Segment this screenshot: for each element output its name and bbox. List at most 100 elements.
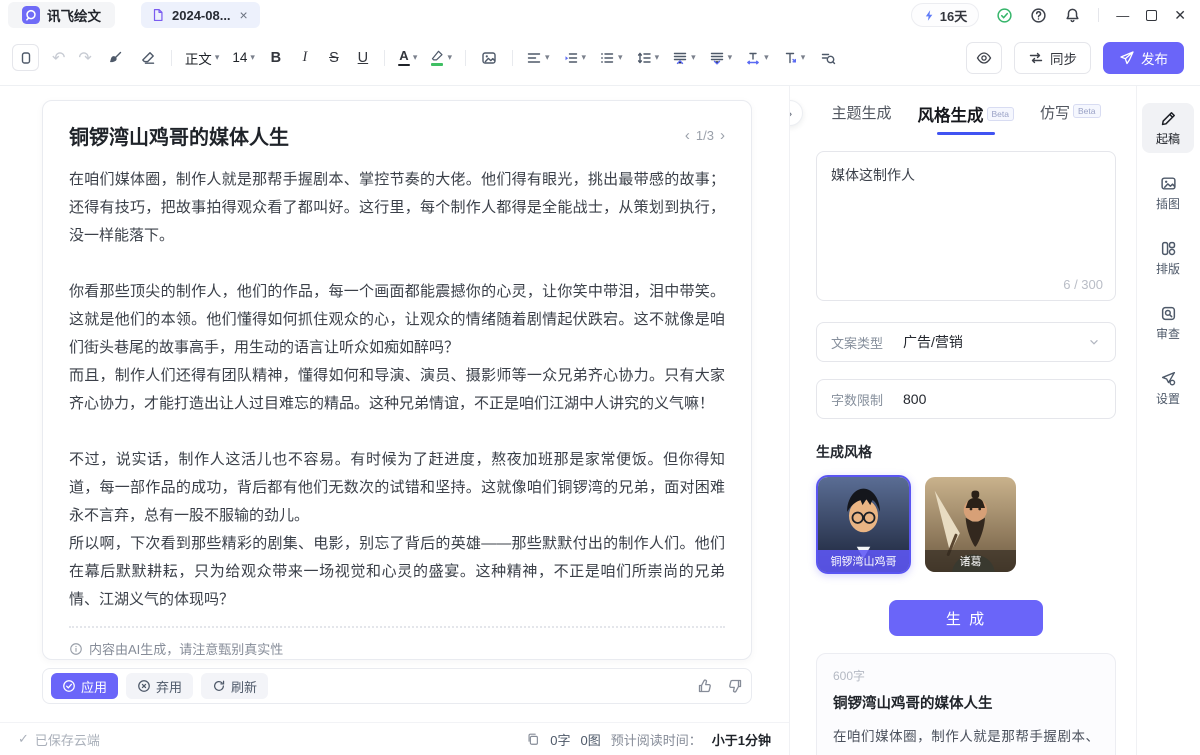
format-toolbar: ↶ ↷ 正文 ▾ 14 ▾ B I S U A ▾ — [0, 30, 1200, 86]
italic-button[interactable]: I — [297, 49, 313, 66]
window-minimize-button[interactable]: — — [1116, 8, 1129, 23]
app-logo[interactable]: 讯飞绘文 — [8, 2, 115, 28]
generated-result-card[interactable]: 600字 铜锣湾山鸡哥的媒体人生 在咱们媒体圈，制作人就是那帮手握剧本、掌控节奏… — [816, 653, 1116, 755]
paragraph-spacing-before-select[interactable]: ▾ — [672, 50, 696, 66]
paper-plane-icon — [1119, 50, 1135, 66]
align-left-icon — [526, 50, 542, 66]
style-card-zhuge[interactable]: 诸葛 — [923, 475, 1018, 574]
chevron-down-icon: ▾ — [413, 52, 418, 63]
trial-badge[interactable]: 16天 — [911, 3, 979, 27]
word-count: 0字 — [550, 730, 570, 749]
article-card: 铜锣湾山鸡哥的媒体人生 ‹ 1/3 › 在咱们媒体圈，制作人就是那帮手握剧本、掌… — [42, 100, 752, 660]
article-title[interactable]: 铜锣湾山鸡哥的媒体人生 — [69, 121, 289, 150]
saved-check-icon: ✓ — [18, 731, 29, 747]
beta-badge: Beta — [987, 107, 1015, 121]
list-select[interactable]: ▾ — [599, 50, 623, 66]
article-paragraph[interactable]: 在咱们媒体圈，制作人就是那帮手握剧本、掌控节奏的大佬。他们得有眼光，挑出最带感的… — [69, 166, 725, 250]
letter-spacing-select[interactable]: ▾ — [745, 50, 769, 66]
find-replace-icon[interactable] — [818, 48, 838, 68]
thumbs-down-icon[interactable] — [727, 678, 743, 694]
redo-icon[interactable]: ↷ — [78, 48, 91, 68]
rail-item-draft[interactable]: 起稿 — [1142, 103, 1194, 153]
help-icon[interactable] — [1030, 7, 1047, 24]
pager-prev-icon[interactable]: ‹ — [685, 127, 690, 144]
copy-icon[interactable] — [526, 732, 540, 746]
toolbar-divider — [512, 50, 513, 66]
insert-image-icon[interactable] — [479, 48, 499, 68]
word-limit-input[interactable] — [903, 391, 1023, 407]
rail-item-layout[interactable]: 排版 — [1142, 233, 1194, 283]
style-card-shanji[interactable]: 铜锣湾山鸡哥 — [816, 475, 911, 574]
discard-button[interactable]: 弃用 — [126, 673, 193, 699]
inspect-icon — [1160, 305, 1177, 322]
toolbar-divider — [171, 50, 172, 66]
text-direction-icon — [782, 50, 798, 66]
titlebar-divider — [1098, 8, 1099, 22]
indent-icon — [563, 50, 579, 66]
word-limit-label: 字数限制 — [831, 390, 883, 409]
tab-style-generation[interactable]: 风格生成Beta — [918, 102, 1015, 135]
doc-stats: 0字 0图 预计阅读时间： 小于1分钟 — [526, 730, 771, 749]
generate-button[interactable]: 生 成 — [889, 600, 1043, 636]
clear-format-eraser-icon[interactable] — [138, 48, 158, 68]
panel-collapse-button[interactable]: › — [790, 100, 803, 126]
publish-label: 发布 — [1141, 48, 1168, 68]
toolbar-divider — [384, 50, 385, 66]
char-counter: 6 / 300 — [1063, 277, 1103, 292]
copy-type-value: 广告/营销 — [903, 332, 963, 352]
article-body: 在咱们媒体圈，制作人就是那帮手握剧本、掌控节奏的大佬。他们得有眼光，挑出最带感的… — [69, 166, 725, 614]
ai-notice-text: 内容由AI生成，请注意甄别真实性 — [89, 639, 283, 658]
pager-next-icon[interactable]: › — [720, 127, 725, 144]
font-color-icon: A — [398, 49, 410, 66]
article-paragraph[interactable]: 你看那些顶尖的制作人，他们的作品，每一个画面都能震撼你的心灵，让你笑中带泪，泪中… — [69, 278, 725, 362]
eye-icon — [976, 50, 992, 66]
article-paragraph[interactable]: 而且，制作人们还得有团队精神，懂得如何和导演、演员、摄影师等一众兄弟齐心协力。只… — [69, 362, 725, 418]
line-height-select[interactable]: ▾ — [636, 50, 660, 66]
read-time-value: 小于1分钟 — [712, 730, 771, 749]
rail-item-settings[interactable]: 设置 — [1142, 363, 1194, 413]
window-close-button[interactable]: ✕ — [1174, 7, 1186, 24]
underline-button[interactable]: U — [355, 50, 371, 66]
publish-button[interactable]: 发布 — [1103, 42, 1184, 74]
sync-button[interactable]: 同步 — [1014, 42, 1091, 74]
rail-item-review[interactable]: 审查 — [1142, 298, 1194, 348]
document-tab[interactable]: 2024-08... × — [141, 2, 260, 28]
paragraph-style-select[interactable]: 正文 ▾ — [185, 48, 220, 68]
align-select[interactable]: ▾ — [526, 50, 550, 66]
paragraph-spacing-up-icon — [672, 50, 688, 66]
text-direction-select[interactable]: ▾ — [782, 50, 806, 66]
format-painter-icon[interactable] — [105, 48, 125, 68]
app-logo-icon — [22, 6, 40, 24]
article-paragraph[interactable]: 不过，说实话，制作人这活儿也不容易。有时候为了赶进度，熬夜加班那是家常便饭。但你… — [69, 446, 725, 530]
rail-item-illustration[interactable]: 插图 — [1142, 168, 1194, 218]
chevron-down-icon: ▾ — [447, 52, 452, 63]
highlight-color-select[interactable]: ▾ — [430, 50, 452, 66]
notifications-bell-icon[interactable] — [1064, 7, 1081, 24]
apply-button[interactable]: 应用 — [51, 673, 118, 699]
thumbs-up-icon[interactable] — [697, 678, 713, 694]
ai-generated-notice: 内容由AI生成，请注意甄别真实性 — [69, 639, 725, 658]
window-maximize-button[interactable] — [1146, 10, 1157, 21]
image-count: 0图 — [581, 730, 601, 749]
indent-select[interactable]: ▾ — [563, 50, 587, 66]
app-name: 讯飞绘文 — [47, 5, 101, 25]
chevron-down-icon: ▾ — [801, 52, 806, 63]
undo-icon[interactable]: ↶ — [52, 48, 65, 68]
strikethrough-button[interactable]: S — [326, 50, 342, 66]
image-icon — [1160, 175, 1177, 192]
article-paragraph[interactable]: 所以啊，下次看到那些精彩的剧集、电影，别忘了背后的英雄——那些默默付出的制作人们… — [69, 530, 725, 614]
paragraph-spacing-after-select[interactable]: ▾ — [709, 50, 733, 66]
refresh-button[interactable]: 刷新 — [201, 673, 268, 699]
tab-topic-generation[interactable]: 主题生成 — [831, 102, 891, 135]
tab-close-icon[interactable]: × — [238, 7, 250, 23]
page-setup-button[interactable] — [12, 44, 39, 71]
font-color-select[interactable]: A ▾ — [398, 49, 418, 66]
saved-check-icon[interactable] — [996, 7, 1013, 24]
x-circle-icon — [137, 679, 151, 693]
preview-button[interactable] — [966, 42, 1002, 74]
editor-column: 铜锣湾山鸡哥的媒体人生 ‹ 1/3 › 在咱们媒体圈，制作人就是那帮手握剧本、掌… — [0, 86, 790, 755]
font-size-select[interactable]: 14 ▾ — [232, 50, 255, 65]
copy-type-select[interactable]: 文案类型 广告/营销 — [816, 322, 1116, 362]
tab-imitate[interactable]: 仿写Beta — [1040, 102, 1101, 135]
bold-button[interactable]: B — [268, 50, 284, 66]
